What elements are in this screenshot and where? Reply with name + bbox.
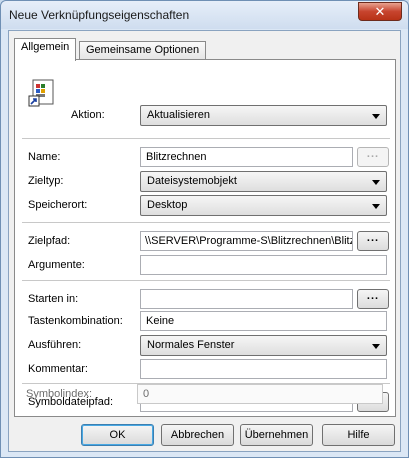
chevron-down-icon [372,204,380,209]
hotkey-label: Tastenkombination: [28,315,123,327]
location-value: Desktop [147,199,188,211]
icon-index-label: Symbolindex: [26,388,93,400]
target-path-field[interactable]: \\SERVER\Programme-S\Blitzrechnen\Blitzr… [140,231,353,251]
hotkey-field[interactable]: Keine [140,311,387,331]
action-label: Aktion: [71,109,105,121]
separator [22,222,390,223]
tab-panel-allgemein: Aktion: Aktualisieren Name: Blitzrechnen… [14,59,396,417]
ok-button[interactable]: OK [81,424,154,446]
comment-label: Kommentar: [28,363,88,375]
run-label: Ausführen: [28,339,82,351]
start-in-field[interactable] [140,289,353,309]
tab-gemeinsame-optionen[interactable]: Gemeinsame Optionen [79,41,207,60]
name-label: Name: [28,151,61,163]
chevron-down-icon [372,344,380,349]
icon-index-field: 0 [137,384,383,404]
run-value: Normales Fenster [147,339,235,351]
location-label: Speicherort: [28,199,88,211]
separator [22,280,390,281]
title-bar[interactable]: Neue Verknüpfungseigenschaften ✕ [1,1,408,29]
chevron-down-icon [372,114,380,119]
shortcut-icon [27,76,59,108]
start-in-label: Starten in: [28,293,79,305]
target-path-label: Zielpfad: [28,235,71,247]
target-path-browse-button[interactable]: ... [357,231,389,251]
location-select[interactable]: Desktop [140,195,387,216]
window-title: Neue Verknüpfungseigenschaften [9,8,190,22]
action-value: Aktualisieren [147,109,210,121]
arguments-field[interactable] [140,255,387,275]
separator [22,138,390,139]
chevron-down-icon [372,180,380,185]
comment-field[interactable] [140,359,387,379]
name-field[interactable]: Blitzrechnen [140,147,353,167]
start-in-browse-button[interactable]: ... [357,289,389,309]
cancel-button[interactable]: Abbrechen [161,424,234,446]
run-select[interactable]: Normales Fenster [140,335,387,356]
close-button[interactable]: ✕ [358,2,402,21]
action-select[interactable]: Aktualisieren [140,105,387,126]
tab-allgemein[interactable]: Allgemein [14,38,77,61]
target-type-value: Dateisystemobjekt [147,175,237,187]
name-browse-button[interactable]: ... [357,147,389,167]
target-type-select[interactable]: Dateisystemobjekt [140,171,387,192]
apply-button[interactable]: Übernehmen [240,424,313,446]
target-type-label: Zieltyp: [28,175,64,187]
close-icon: ✕ [374,4,386,19]
help-button[interactable]: Hilfe [322,424,395,446]
arguments-label: Argumente: [28,259,85,271]
